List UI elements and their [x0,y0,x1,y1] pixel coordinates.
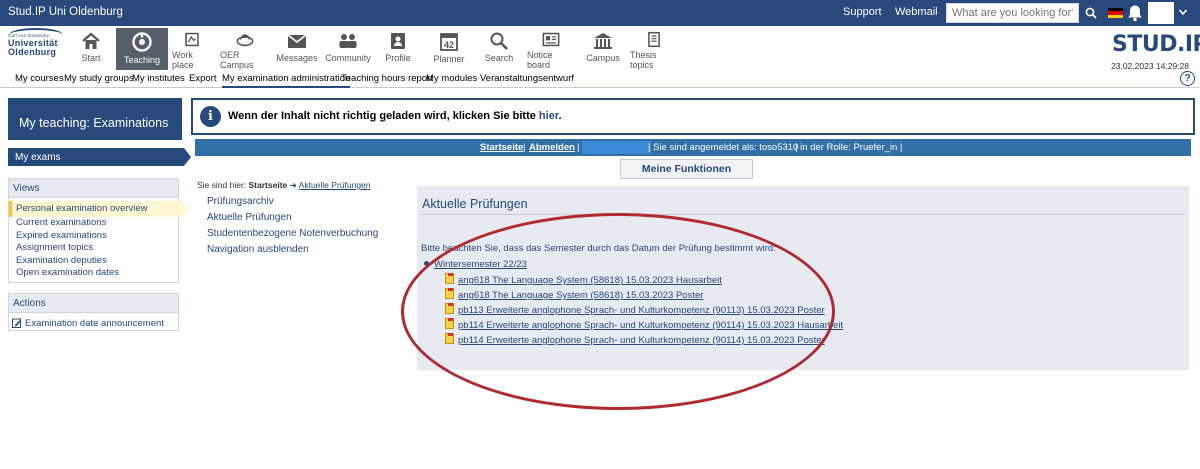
meine-funktionen-button[interactable]: Meine Funktionen [620,159,753,179]
nav-thesis-topics[interactable]: Thesis topics [630,28,678,70]
workplace-icon [185,32,199,47]
main-navigation: Carl von Ossietzky Universität Oldenburg… [0,26,1200,71]
startseite-link[interactable]: Startseite [480,142,523,153]
subnav-my-modules[interactable]: My modules [426,73,477,84]
exam-link[interactable]: ang618 The Language System (58618) 15.03… [458,290,703,301]
exam-link[interactable]: pb114 Erweiterte anglophone Sprach- und … [458,335,825,346]
view-examination-deputies[interactable]: Examination deputies [9,255,178,268]
view-assignment-topics[interactable]: Assignment topics [9,242,178,255]
oer-icon [236,34,254,47]
search-icon [490,32,508,50]
nav-aktuelle-pruefungen[interactable]: Aktuelle Prüfungen [207,212,292,223]
view-expired-examinations[interactable]: Expired examinations [9,230,178,243]
notice-board-icon [542,32,560,47]
nav-ausblenden[interactable]: Navigation ausblenden [207,244,309,255]
abmelden-link[interactable]: Abmelden [529,142,575,153]
semester-link[interactable]: Wintersemester 22/23 [434,259,527,270]
view-open-examination-dates[interactable]: Open examination dates [9,267,178,280]
nav-notenverbuchung[interactable]: Studentenbezogene Notenverbuchung [207,228,378,239]
exam-link[interactable]: pb114 Erweiterte anglophone Sprach- und … [458,320,843,331]
login-info: | Sie sind angemeldet als: toso5310 [648,142,799,153]
global-search-input[interactable] [946,3,1079,23]
top-bar: Stud.IP Uni Oldenburg Support Webmail [0,0,1200,26]
exam-document-icon [445,288,454,299]
view-current-examinations[interactable]: Current examinations [9,217,178,230]
sidebar-title: My teaching: Examinations [8,98,182,140]
subnav-my-courses[interactable]: My courses [15,73,64,84]
campus-icon [594,33,612,49]
notification-bell-icon[interactable] [1127,4,1143,22]
sub-navigation: My courses My study groups My institutes… [0,70,1200,88]
community-icon [339,34,357,48]
user-avatar[interactable] [1148,2,1174,24]
exam-link[interactable]: ang618 The Language System (58618) 15.03… [458,275,722,286]
studip-logo[interactable]: STUD.IP [1112,32,1200,57]
exam-link[interactable]: pb113 Erweiterte anglophone Sprach- und … [458,305,825,316]
sidebar-item-my-exams[interactable]: My exams [8,148,191,166]
subnav-teaching-hours-report[interactable]: Teaching hours report [341,73,433,84]
exam-document-icon [445,333,454,344]
nav-work-place[interactable]: Work place [172,28,212,70]
subnav-veranstaltungsentwurf[interactable]: Veranstaltungsentwurf [480,73,574,84]
nav-messages[interactable]: Messages [276,28,318,70]
nav-pruefungsarchiv[interactable]: Prüfungsarchiv [207,196,274,207]
nav-start[interactable]: Start [75,28,107,70]
subnav-my-institutes[interactable]: My institutes [132,73,185,84]
info-icon: i [200,106,221,127]
divider [421,214,1185,215]
views-widget: Views Personal examination overview Curr… [8,178,188,283]
views-heading: Views [9,179,178,198]
redacted-name [582,141,651,154]
thesis-icon [648,31,660,48]
calendar-icon: 42 [440,33,458,51]
support-link[interactable]: Support [843,6,882,18]
actions-widget: Actions Examination date announcement [8,293,179,331]
subnav-my-study-groups[interactable]: My study groups [64,73,134,84]
house-icon [82,32,100,49]
nav-teaching[interactable]: Teaching [116,28,168,70]
role-info: | in der Rolle: Pruefer_in | [795,142,903,153]
nav-campus[interactable]: Campus [586,28,620,70]
search-icon[interactable] [1080,3,1102,23]
actions-heading: Actions [9,294,178,313]
reload-link[interactable]: hier [539,110,559,122]
view-personal-examination-overview[interactable]: Personal examination overview [9,201,188,217]
breadcrumb-home[interactable]: Startseite [249,180,288,190]
bullet-icon [424,261,429,266]
site-brand[interactable]: Stud.IP Uni Oldenburg [8,6,123,18]
edit-icon [12,318,22,328]
nav-search[interactable]: Search [482,28,516,70]
breadcrumb-current[interactable]: Aktuelle Prüfungen [299,180,371,190]
action-examination-date-announcement[interactable]: Examination date announcement [9,313,178,329]
language-flag-icon[interactable] [1108,8,1123,18]
breadcrumb: Sie sind hier: Startseite ➜ Aktuelle Prü… [197,180,371,190]
info-message: i Wenn der Inhalt nicht richtig geladen … [191,98,1195,135]
exam-document-icon [445,273,454,284]
semester-note: Bitte beachten Sie, dass das Semester du… [421,243,776,254]
nav-notice-board[interactable]: Notice board [527,28,575,70]
exam-panel: Aktuelle Prüfungen Bitte beachten Sie, d… [417,186,1189,370]
exam-document-icon [445,303,454,314]
teaching-icon [132,32,152,52]
webmail-link[interactable]: Webmail [895,6,938,18]
subnav-my-examination-administration[interactable]: My examination administration [222,73,351,88]
subnav-export[interactable]: Export [189,73,216,84]
profile-icon [391,33,405,49]
panel-title: Aktuelle Prüfungen [422,197,528,211]
nav-community[interactable]: Community [325,28,371,70]
session-bar: Startseite | Abmelden | | Sie sind angem… [195,139,1191,156]
calendar-day-number: 42 [444,40,454,50]
nav-oer-campus[interactable]: OER Campus [220,28,270,70]
arrow-right-icon: ➜ [289,180,297,190]
exam-document-icon [445,318,454,329]
university-logo[interactable]: Carl von Ossietzky Universität Oldenburg [8,28,64,57]
mail-icon [287,34,307,48]
help-icon[interactable]: ? [1180,71,1195,86]
nav-planner[interactable]: 42 Planner [432,28,466,70]
nav-profile[interactable]: Profile [382,28,414,70]
chevron-down-icon[interactable] [1178,5,1188,22]
